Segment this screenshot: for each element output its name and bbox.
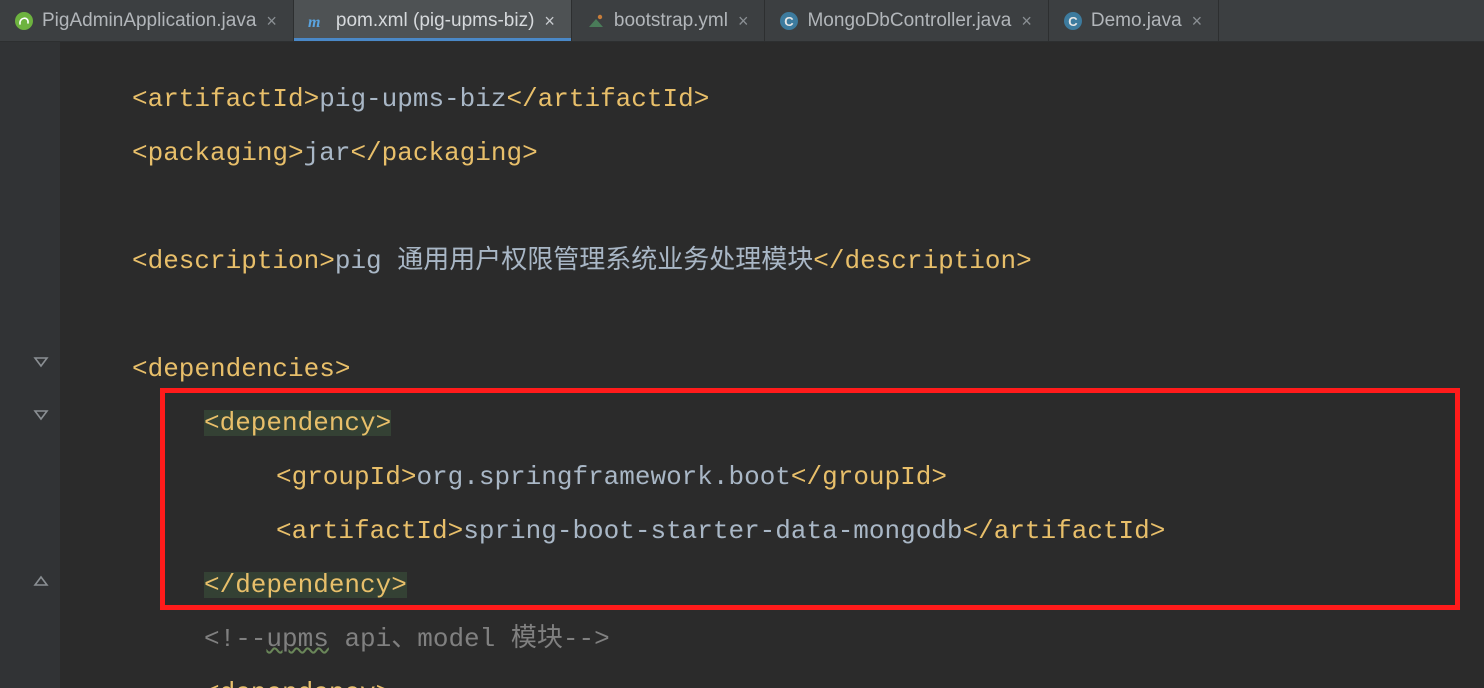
tab-pig-admin-application[interactable]: PigAdminApplication.java × [0, 0, 294, 41]
close-icon[interactable]: × [1019, 12, 1034, 30]
tab-mongodb-controller[interactable]: C MongoDbController.java × [765, 0, 1048, 41]
code-line: <artifactId>spring-boot-starter-data-mon… [60, 504, 1484, 558]
class-icon: C [1063, 11, 1083, 31]
code-line: <dependency> [60, 666, 1484, 688]
tab-pom-xml[interactable]: m pom.xml (pig-upms-biz) × [294, 0, 572, 41]
spring-icon [14, 11, 34, 31]
close-icon[interactable]: × [542, 12, 557, 30]
code-line: <artifactId>pig-upms-biz</artifactId> [60, 72, 1484, 126]
close-icon[interactable]: × [736, 12, 751, 30]
tab-demo-java[interactable]: C Demo.java × [1049, 0, 1219, 41]
svg-text:m: m [308, 14, 320, 31]
svg-text:C: C [785, 14, 795, 29]
code-area[interactable]: <artifactId>pig-upms-biz</artifactId> <p… [60, 42, 1484, 688]
code-line: <packaging>jar</packaging> [60, 126, 1484, 180]
close-icon[interactable]: × [264, 12, 279, 30]
tab-label: MongoDbController.java [807, 10, 1011, 32]
tab-label: Demo.java [1091, 10, 1182, 32]
editor: <artifactId>pig-upms-biz</artifactId> <p… [0, 42, 1484, 688]
editor-tab-bar: PigAdminApplication.java × m pom.xml (pi… [0, 0, 1484, 42]
tab-label: PigAdminApplication.java [42, 10, 256, 32]
class-icon: C [779, 11, 799, 31]
fold-handle-icon[interactable] [32, 572, 50, 590]
tab-label: bootstrap.yml [614, 10, 728, 32]
blank-line [60, 288, 1484, 342]
code-line: <!--upms api、model 模块--> [60, 612, 1484, 666]
code-line: <description>pig 通用用户权限管理系统业务处理模块</descr… [60, 234, 1484, 288]
close-icon[interactable]: × [1190, 12, 1205, 30]
gutter [0, 42, 60, 688]
code-line: <dependencies> [60, 342, 1484, 396]
tab-label: pom.xml (pig-upms-biz) [336, 10, 534, 32]
fold-handle-icon[interactable] [32, 408, 50, 426]
maven-icon: m [308, 11, 328, 31]
svg-text:C: C [1068, 14, 1078, 29]
code-line: <groupId>org.springframework.boot</group… [60, 450, 1484, 504]
yml-icon [586, 11, 606, 31]
fold-handle-icon[interactable] [32, 355, 50, 373]
tab-bootstrap-yml[interactable]: bootstrap.yml × [572, 0, 766, 41]
comment: <!--upms api、model 模块--> [204, 626, 610, 652]
code-line: </dependency> [60, 558, 1484, 612]
code-line: <dependency> [60, 396, 1484, 450]
blank-line [60, 180, 1484, 234]
